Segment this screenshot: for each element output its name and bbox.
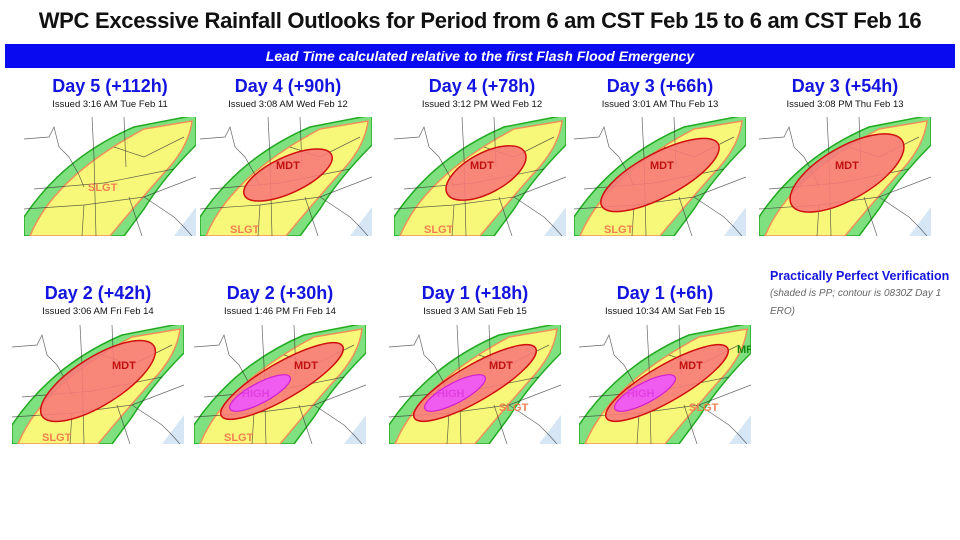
slgt-label: SLGT [88, 182, 118, 194]
outlook-panel: Day 1 (+18h) Issued 3 AM Sati Feb 15 SLGT M… [385, 283, 565, 444]
panel-title: Day 2 (+42h) [44, 283, 152, 303]
panel-title: Day 2 (+30h) [226, 283, 334, 303]
slgt-label: SLGT [224, 432, 254, 444]
panel-issued-time: Issued 3:01 AM Thu Feb 13 [601, 99, 719, 110]
ocean-area [544, 207, 566, 236]
panel-title: Day 4 (+78h) [428, 76, 536, 96]
high-label: HIGH [627, 388, 655, 400]
panel-issued-time: Issued 3:12 PM Wed Feb 12 [421, 99, 543, 110]
panel-title: Day 1 (+6h) [616, 283, 714, 303]
mdt-label: MDT [650, 160, 674, 172]
panel-issued-time: Issued 3:08 AM Wed Feb 12 [228, 99, 348, 110]
mdt-label: MDT [294, 360, 318, 372]
ocean-area [174, 207, 196, 236]
high-label: HIGH [242, 388, 270, 400]
panel-issued-time: Issued 3 AM Sati Feb 15 [423, 306, 527, 317]
panel-issued-time: Issued 10:34 AM Sat Feb 15 [605, 306, 725, 317]
rainfall-outlook-map: SLGT MDT HIGH [194, 325, 366, 444]
outlook-panel: Day 4 (+78h) Issued 3:12 PM Wed Feb 12 SLG… [392, 76, 572, 236]
panel-title: Day 3 (+54h) [791, 76, 899, 96]
mrgl-label: MR [737, 344, 751, 356]
ocean-area [909, 207, 931, 236]
outlook-panel: Day 3 (+66h) Issued 3:01 AM Thu Feb 13 SLG… [570, 76, 750, 236]
slgt-label: SLGT [604, 224, 634, 236]
ocean-area [724, 207, 746, 236]
slgt-label: SLGT [424, 224, 454, 236]
panel-title: Day 4 (+90h) [234, 76, 342, 96]
mdt-label: MDT [276, 160, 300, 172]
verification-note: Practically Perfect Verification (shaded… [770, 268, 950, 320]
rainfall-outlook-map: SLGT MDT [200, 117, 372, 236]
panel-title: Day 3 (+66h) [606, 76, 714, 96]
outlook-panel: Day 2 (+30h) Issued 1:46 PM Fri Feb 14 SLG… [190, 283, 370, 444]
mdt-label: MDT [679, 360, 703, 372]
panel-title: Day 5 (+112h) [52, 76, 168, 96]
slgt-label: SLGT [499, 402, 529, 414]
ocean-area [344, 415, 366, 444]
panel-issued-time: Issued 3:08 PM Thu Feb 13 [786, 99, 904, 110]
panel-issued-time: Issued 3:06 AM Fri Feb 14 [42, 306, 154, 317]
slgt-label: SLGT [689, 402, 719, 414]
rainfall-outlook-map: SLGT [24, 117, 196, 236]
slgt-label: SLGT [230, 224, 260, 236]
ocean-area [162, 415, 184, 444]
ocean-area [539, 415, 561, 444]
high-label: HIGH [437, 388, 465, 400]
panel-issued-time: Issued 1:46 PM Fri Feb 14 [224, 306, 336, 317]
rainfall-outlook-map: SLGT MDT HIGH MR [579, 325, 751, 444]
panel-issued-time: Issued 3:16 AM Tue Feb 11 [52, 99, 168, 110]
mdt-label: MDT [470, 160, 494, 172]
ocean-area [729, 415, 751, 444]
outlook-panel: Day 5 (+112h) Issued 3:16 AM Tue Feb 11 SL… [20, 76, 200, 236]
ocean-area [350, 207, 372, 236]
outlook-panel: Day 1 (+6h) Issued 10:34 AM Sat Feb 15 SLG… [575, 283, 755, 444]
verification-note-title: Practically Perfect Verification [770, 269, 950, 283]
rainfall-outlook-map: SLGT MDT [394, 117, 566, 236]
rainfall-outlook-map: MDT [759, 117, 931, 236]
rainfall-outlook-map: SLGT MDT HIGH [389, 325, 561, 444]
panel-title: Day 1 (+18h) [421, 283, 529, 303]
rainfall-outlook-map: SLGT MDT [12, 325, 184, 444]
mdt-label: MDT [489, 360, 513, 372]
slgt-label: SLGT [42, 432, 72, 444]
mdt-label: MDT [835, 160, 859, 172]
verification-note-detail: (shaded is PP; contour is 0830Z Day 1 ER… [770, 288, 942, 317]
outlook-panel: Day 2 (+42h) Issued 3:06 AM Fri Feb 14 SLG… [8, 283, 188, 444]
lead-time-banner: Lead Time calculated relative to the fir… [5, 44, 955, 68]
mdt-label: MDT [112, 360, 136, 372]
rainfall-outlook-map: SLGT MDT [574, 117, 746, 236]
outlook-panel: Day 3 (+54h) Issued 3:08 PM Thu Feb 13 MDT [755, 76, 935, 236]
page-title: WPC Excessive Rainfall Outlooks for Peri… [38, 8, 922, 33]
outlook-panel: Day 4 (+90h) Issued 3:08 AM Wed Feb 12 SLG… [198, 76, 378, 236]
